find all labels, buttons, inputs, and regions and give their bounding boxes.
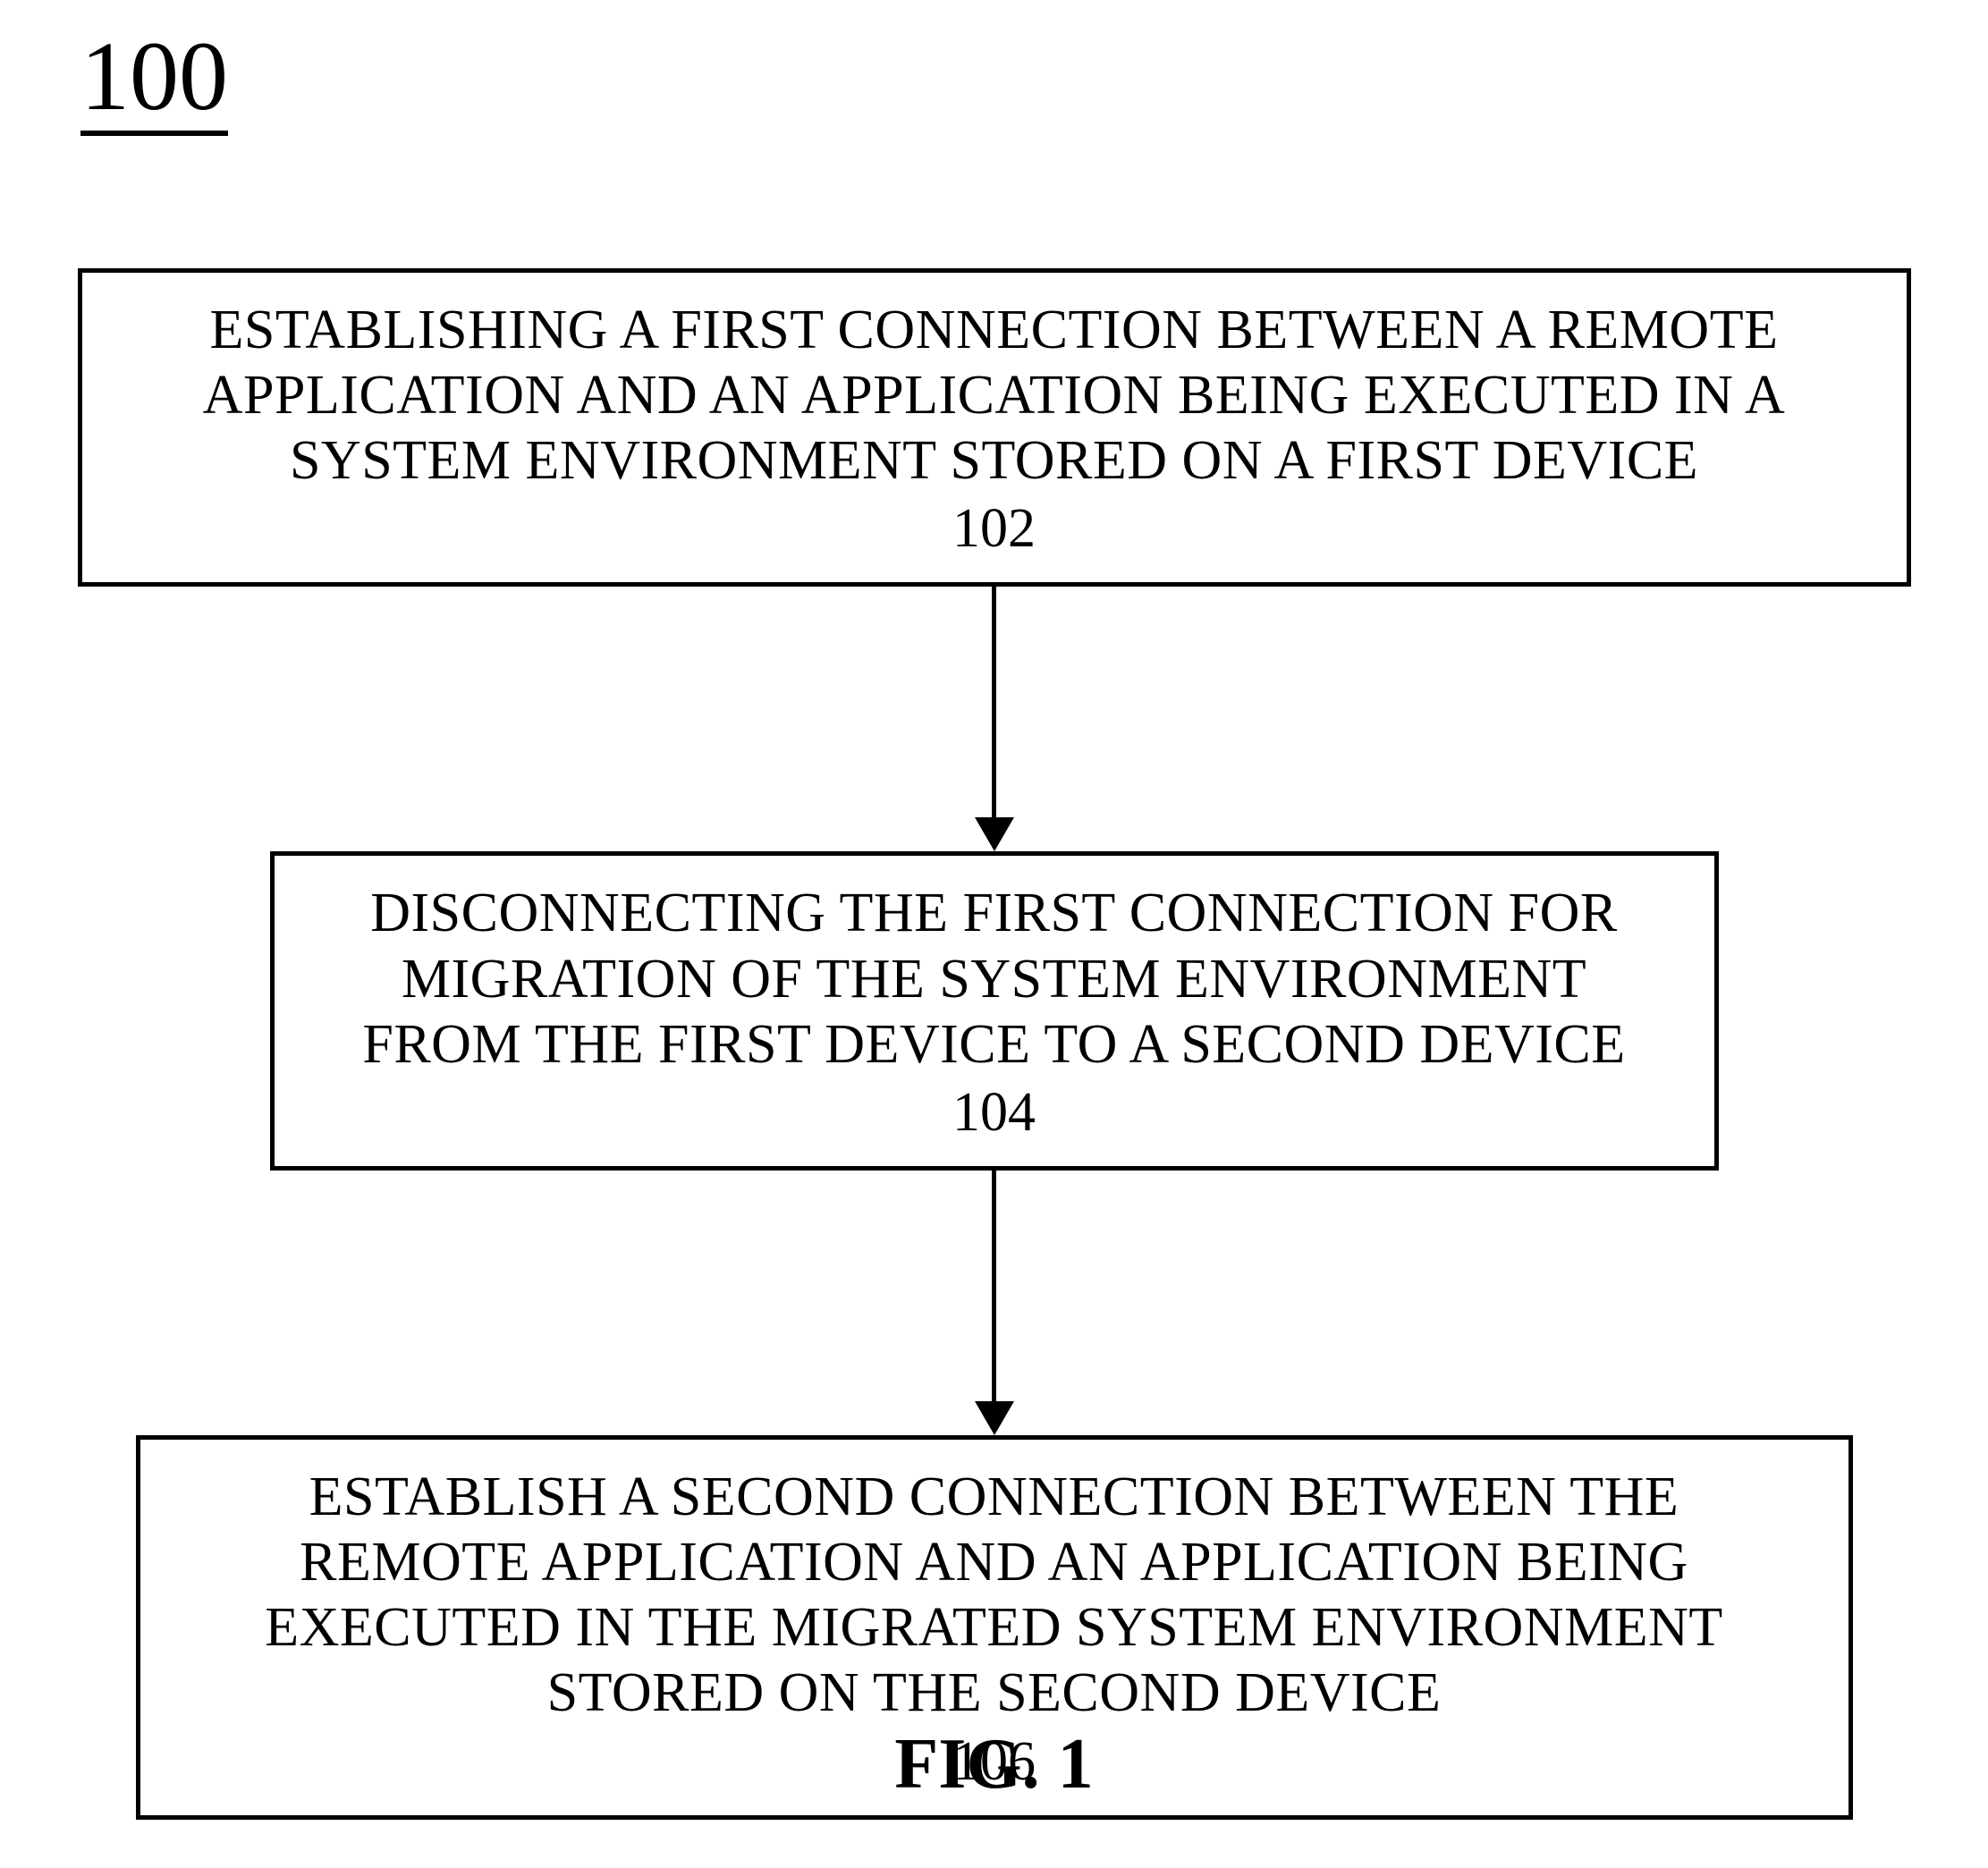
flow-step-text: ESTABLISH A SECOND CONNECTION BETWEEN TH… (173, 1465, 1816, 1727)
arrow-head-icon (975, 1401, 1014, 1435)
flowchart: ESTABLISHING A FIRST CONNECTION BETWEEN … (78, 268, 1911, 1820)
figure-reference-number: 100 (80, 27, 228, 136)
arrow-down-icon (975, 1171, 1014, 1435)
arrow-line (992, 1171, 996, 1403)
flow-step-104: DISCONNECTING THE FIRST CONNECTION FOR M… (270, 851, 1719, 1170)
arrow-down-icon (975, 587, 1014, 851)
arrow-line (992, 587, 996, 819)
arrow-head-icon (975, 817, 1014, 851)
flow-step-number: 104 (307, 1081, 1682, 1145)
flow-step-102: ESTABLISHING A FIRST CONNECTION BETWEEN … (78, 268, 1911, 587)
figure-label: FIG. 1 (894, 1724, 1093, 1805)
flow-step-number: 102 (114, 497, 1874, 561)
page: 100 ESTABLISHING A FIRST CONNECTION BETW… (0, 0, 1988, 1868)
flow-step-text: ESTABLISHING A FIRST CONNECTION BETWEEN … (114, 298, 1874, 494)
flow-step-text: DISCONNECTING THE FIRST CONNECTION FOR M… (307, 881, 1682, 1077)
